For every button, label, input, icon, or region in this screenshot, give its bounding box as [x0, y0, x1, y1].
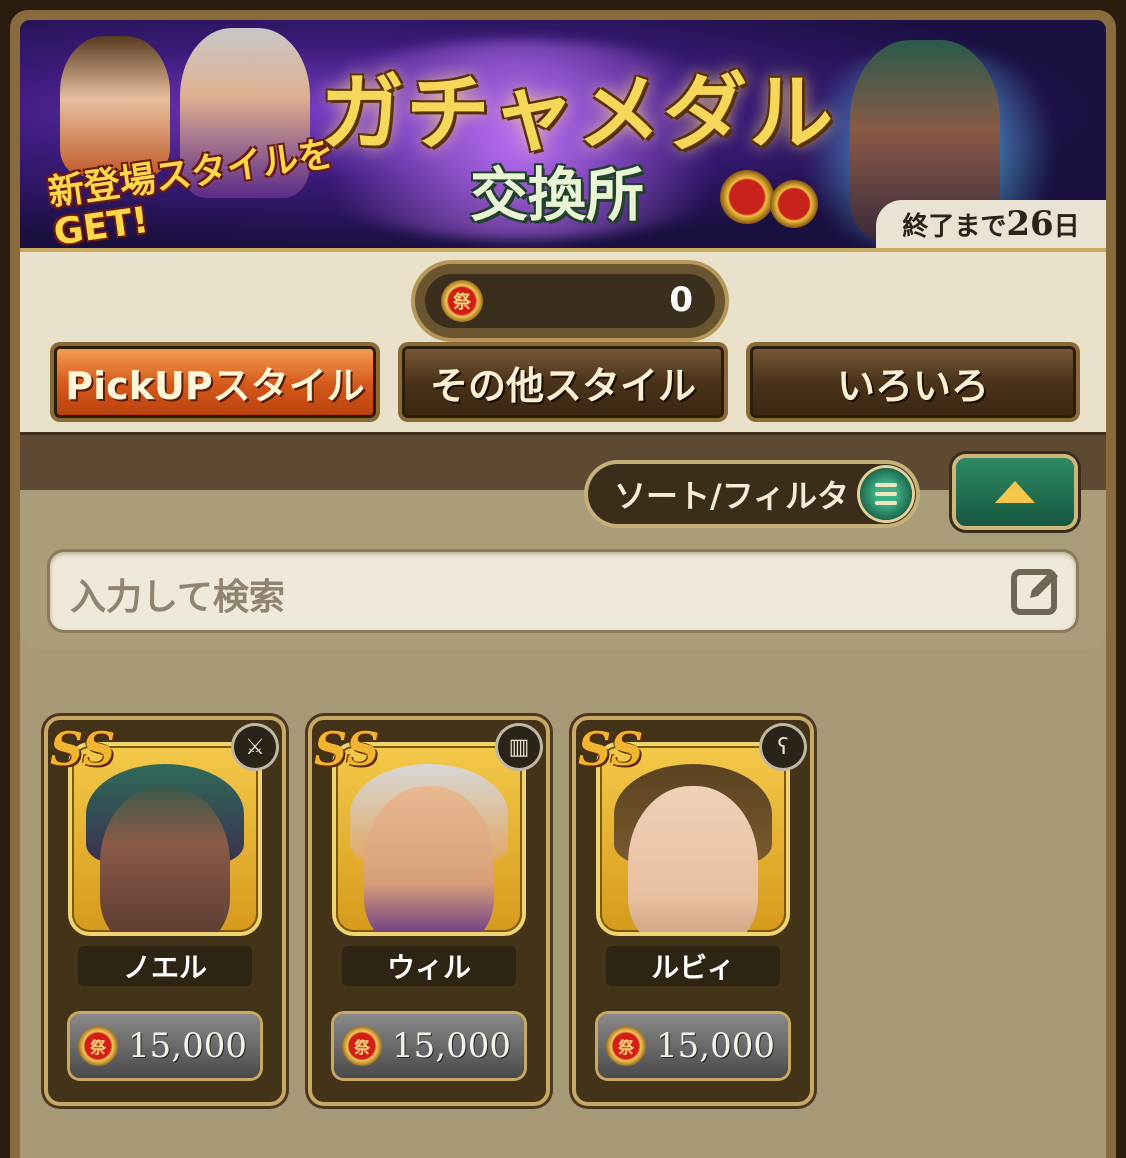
price-tag: 祭 15,000 — [598, 1014, 788, 1078]
countdown-unit: 日 — [1053, 211, 1080, 242]
price-amount: 15,000 — [656, 1026, 775, 1066]
style-card[interactable]: SS ʕ ルビィ 祭 15,000 — [576, 720, 810, 1102]
search-placeholder: 入力して検索 — [70, 577, 285, 618]
style-card[interactable]: SS ▥ ウィル 祭 15,000 — [312, 720, 546, 1102]
medal-counter: 祭 0 — [415, 264, 725, 338]
rank-badge: SS — [50, 722, 116, 776]
style-card[interactable]: SS ⚔ ノエル 祭 15,000 — [48, 720, 282, 1102]
medal-icon: 祭 — [441, 280, 483, 322]
character-name: ウィル — [342, 946, 516, 986]
triangle-up-icon — [995, 481, 1035, 503]
banner-medal-icon — [720, 170, 774, 224]
countdown-days: 26 — [1006, 204, 1054, 244]
search-input[interactable]: 入力して検索 — [50, 552, 1076, 630]
medal-count: 0 — [669, 280, 693, 320]
rank-badge: SS — [578, 722, 644, 776]
banner-character-rubi — [60, 36, 170, 176]
medal-icon: 祭 — [606, 1026, 646, 1066]
medal-counter-inner: 祭 0 — [425, 274, 715, 328]
medal-icon: 祭 — [78, 1026, 118, 1066]
banner-subtitle: 交換所 — [470, 161, 645, 229]
edit-icon[interactable] — [1008, 562, 1066, 620]
sort-filter-label: ソート/フィルタ — [614, 477, 850, 515]
event-countdown: 終了まで 26 日 — [876, 200, 1106, 248]
tab-misc[interactable]: いろいろ — [750, 346, 1076, 418]
exchange-panel: ガチャメダル 交換所 新登場スタイルをGET! 終了まで 26 日 祭 0 Pi… — [20, 20, 1106, 1158]
list-icon — [860, 468, 912, 520]
character-name: ノエル — [78, 946, 252, 986]
divider-strip — [20, 432, 1106, 493]
tab-other-style[interactable]: その他スタイル — [402, 346, 724, 418]
staff-icon: ʕ — [762, 726, 804, 768]
sword-icon: ⚔ — [234, 726, 276, 768]
medal-icon: 祭 — [342, 1026, 382, 1066]
price-tag: 祭 15,000 — [334, 1014, 524, 1078]
price-amount: 15,000 — [392, 1026, 511, 1066]
price-amount: 15,000 — [128, 1026, 247, 1066]
price-tag: 祭 15,000 — [70, 1014, 260, 1078]
collapse-button[interactable] — [956, 458, 1074, 526]
sort-filter-button[interactable]: ソート/フィルタ — [588, 464, 916, 524]
countdown-prefix: 終了まで — [902, 211, 1007, 242]
rank-badge: SS — [314, 722, 380, 776]
club-icon: ▥ — [498, 726, 540, 768]
event-banner[interactable]: ガチャメダル 交換所 新登場スタイルをGET! 終了まで 26 日 — [20, 20, 1106, 252]
banner-medal-icon — [770, 180, 818, 228]
character-name: ルビィ — [606, 946, 780, 986]
tab-pickup-style[interactable]: PickUPスタイル — [54, 346, 376, 418]
